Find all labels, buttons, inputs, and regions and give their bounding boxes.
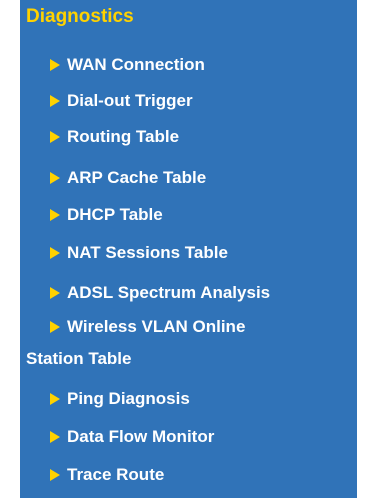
menu-item-trace-route[interactable]: Trace Route — [20, 463, 357, 489]
menu-item-ping-diagnosis[interactable]: Ping Diagnosis — [20, 387, 357, 413]
triangle-right-icon — [50, 209, 60, 221]
menu-item-label[interactable]: Dial-out Trigger — [67, 90, 193, 112]
triangle-right-icon — [50, 321, 60, 333]
menu-item-nat-sessions-table[interactable]: NAT Sessions Table — [20, 241, 357, 267]
menu-item-dial-out-trigger[interactable]: Dial-out Trigger — [20, 89, 357, 115]
triangle-right-icon — [50, 131, 60, 143]
menu-item-label[interactable]: Trace Route — [67, 464, 164, 486]
menu-item-dhcp-table[interactable]: DHCP Table — [20, 203, 357, 229]
triangle-right-icon — [50, 393, 60, 405]
menu-item-label[interactable]: Wireless VLAN Online — [67, 316, 245, 338]
menu-item-label[interactable]: Routing Table — [67, 126, 179, 148]
menu-item-label[interactable]: DHCP Table — [67, 204, 163, 226]
menu-item-label[interactable]: NAT Sessions Table — [67, 242, 228, 264]
menu-item-data-flow-monitor[interactable]: Data Flow Monitor — [20, 425, 357, 451]
menu-item-routing-table[interactable]: Routing Table — [20, 125, 357, 151]
menu-item-label[interactable]: ADSL Spectrum Analysis — [67, 282, 270, 304]
menu-item-label[interactable]: Ping Diagnosis — [67, 388, 190, 410]
triangle-right-icon — [50, 95, 60, 107]
triangle-right-icon — [50, 469, 60, 481]
menu-item-label[interactable]: WAN Connection — [67, 54, 205, 76]
section-title[interactable]: Diagnostics — [26, 6, 134, 28]
triangle-right-icon — [50, 59, 60, 71]
menu-item-label-line2[interactable]: Station Table — [26, 348, 131, 370]
triangle-right-icon — [50, 247, 60, 259]
triangle-right-icon — [50, 172, 60, 184]
menu-item-wan-connection[interactable]: WAN Connection — [20, 53, 357, 79]
menu-item-label[interactable]: Data Flow Monitor — [67, 426, 214, 448]
diagnostics-menu: Diagnostics WAN Connection Dial-out Trig… — [20, 0, 357, 498]
menu-item-adsl-spectrum-analysis[interactable]: ADSL Spectrum Analysis — [20, 281, 357, 307]
menu-item-wireless-vlan-online-station-table[interactable]: Wireless VLAN Online Station Table — [20, 315, 357, 371]
menu-item-arp-cache-table[interactable]: ARP Cache Table — [20, 166, 357, 192]
menu-item-label[interactable]: ARP Cache Table — [67, 167, 206, 189]
triangle-right-icon — [50, 287, 60, 299]
triangle-right-icon — [50, 431, 60, 443]
